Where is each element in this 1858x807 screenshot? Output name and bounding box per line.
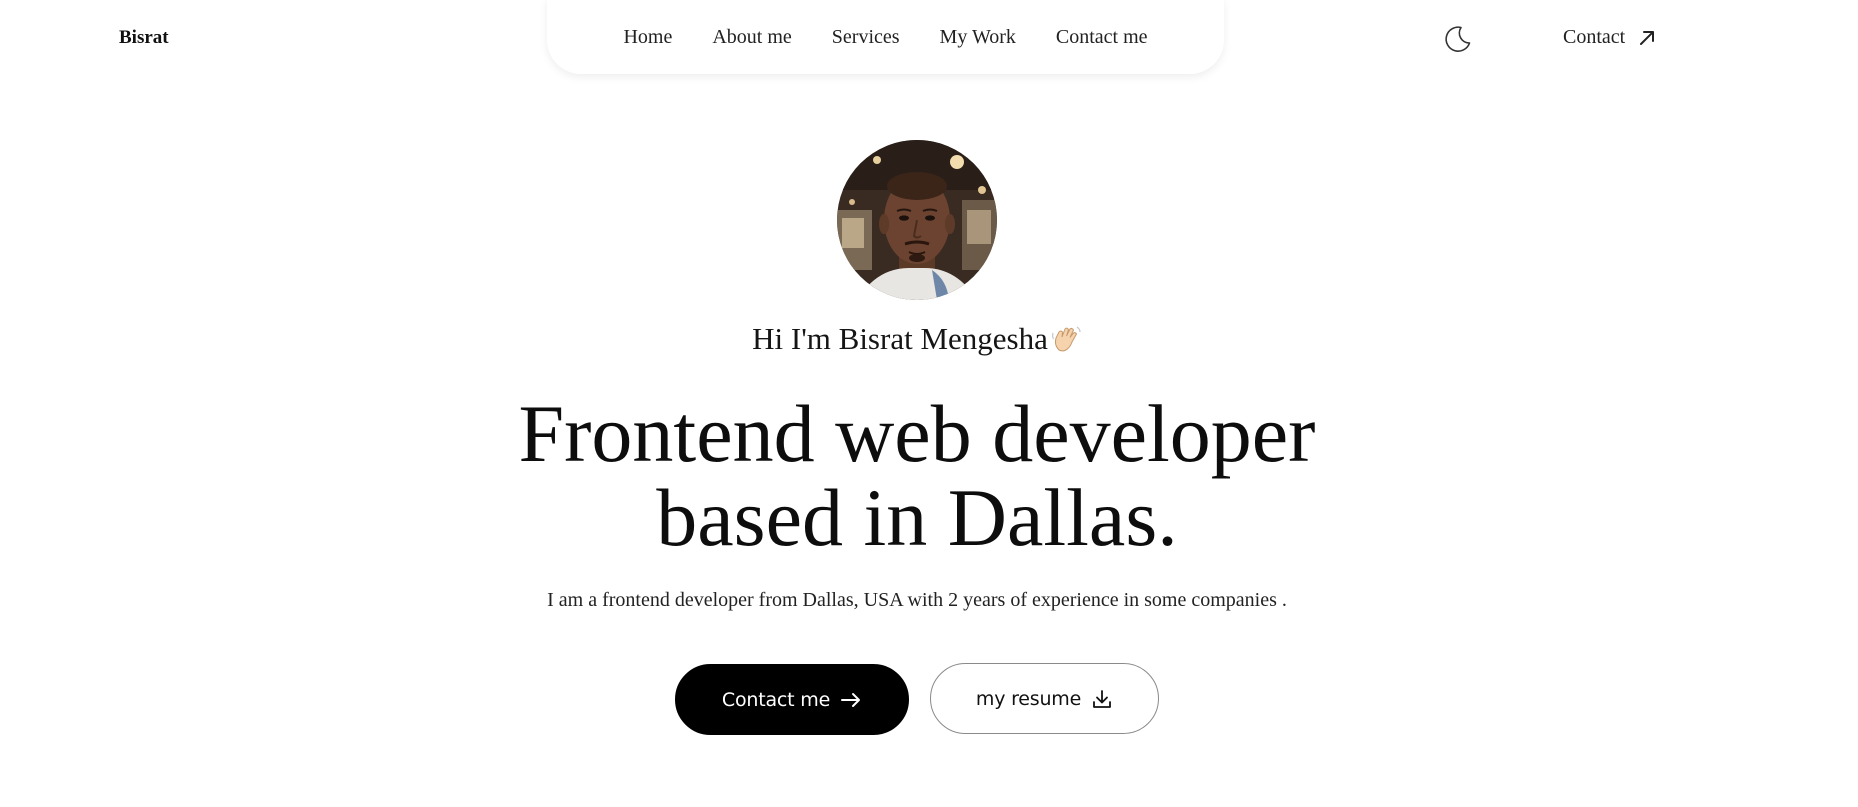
arrow-up-right-icon — [1640, 30, 1655, 45]
profile-avatar — [837, 140, 997, 300]
headline-line-2: based in Dallas. — [656, 472, 1178, 563]
nav-link-contact-me[interactable]: Contact me — [1056, 26, 1148, 49]
contact-me-button[interactable]: Contact me — [675, 664, 909, 735]
arrow-right-icon — [841, 692, 861, 707]
nav-link-services[interactable]: Services — [832, 26, 900, 49]
main-nav: Home About me Services My Work Contact m… — [547, 0, 1224, 74]
greeting-text: Hi I'm Bisrat Mengesha — [0, 321, 1834, 357]
site-header: Bisrat Home About me Services My Work Co… — [0, 0, 1858, 80]
headline-line-1: Frontend web developer — [518, 388, 1316, 479]
hero-headline: Frontend web developer based in Dallas. — [0, 392, 1834, 560]
waving-hand-icon — [1050, 323, 1082, 355]
contact-me-label: Contact me — [721, 688, 831, 711]
nav-link-home[interactable]: Home — [623, 26, 672, 49]
moon-icon — [1445, 26, 1471, 52]
nav-link-my-work[interactable]: My Work — [940, 26, 1016, 49]
greeting-label: Hi I'm Bisrat Mengesha — [752, 321, 1048, 356]
nav-link-about[interactable]: About me — [712, 26, 791, 49]
resume-button[interactable]: my resume — [930, 663, 1159, 734]
header-contact-label: Contact — [1563, 26, 1626, 48]
theme-toggle-button[interactable] — [1440, 22, 1474, 56]
resume-label: my resume — [975, 687, 1082, 710]
hero-description: I am a frontend developer from Dallas, U… — [547, 589, 1287, 611]
site-logo[interactable]: Bisrat — [119, 27, 169, 49]
header-contact-link[interactable]: Contact — [1563, 26, 1657, 49]
download-icon — [1093, 689, 1112, 708]
